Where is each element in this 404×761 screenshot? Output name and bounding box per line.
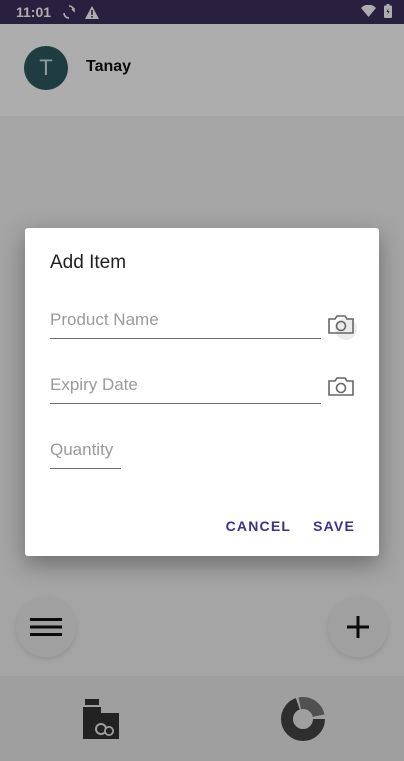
product-name-field	[50, 310, 321, 339]
scan-product-button[interactable]	[327, 312, 355, 336]
expiry-date-field	[50, 375, 321, 404]
quantity-field	[50, 440, 121, 469]
product-name-input[interactable]	[50, 310, 321, 338]
dialog-actions: CANCEL SAVE	[226, 518, 355, 534]
dialog-title: Add Item	[50, 252, 127, 273]
add-item-dialog: Add Item CANCEL SAVE	[25, 228, 379, 556]
camera-icon	[328, 377, 354, 396]
save-button[interactable]: SAVE	[313, 518, 355, 534]
cancel-button[interactable]: CANCEL	[226, 518, 292, 534]
quantity-input[interactable]	[50, 440, 121, 468]
camera-icon	[328, 315, 354, 334]
scan-expiry-button[interactable]	[327, 374, 355, 398]
expiry-date-input[interactable]	[50, 375, 321, 403]
